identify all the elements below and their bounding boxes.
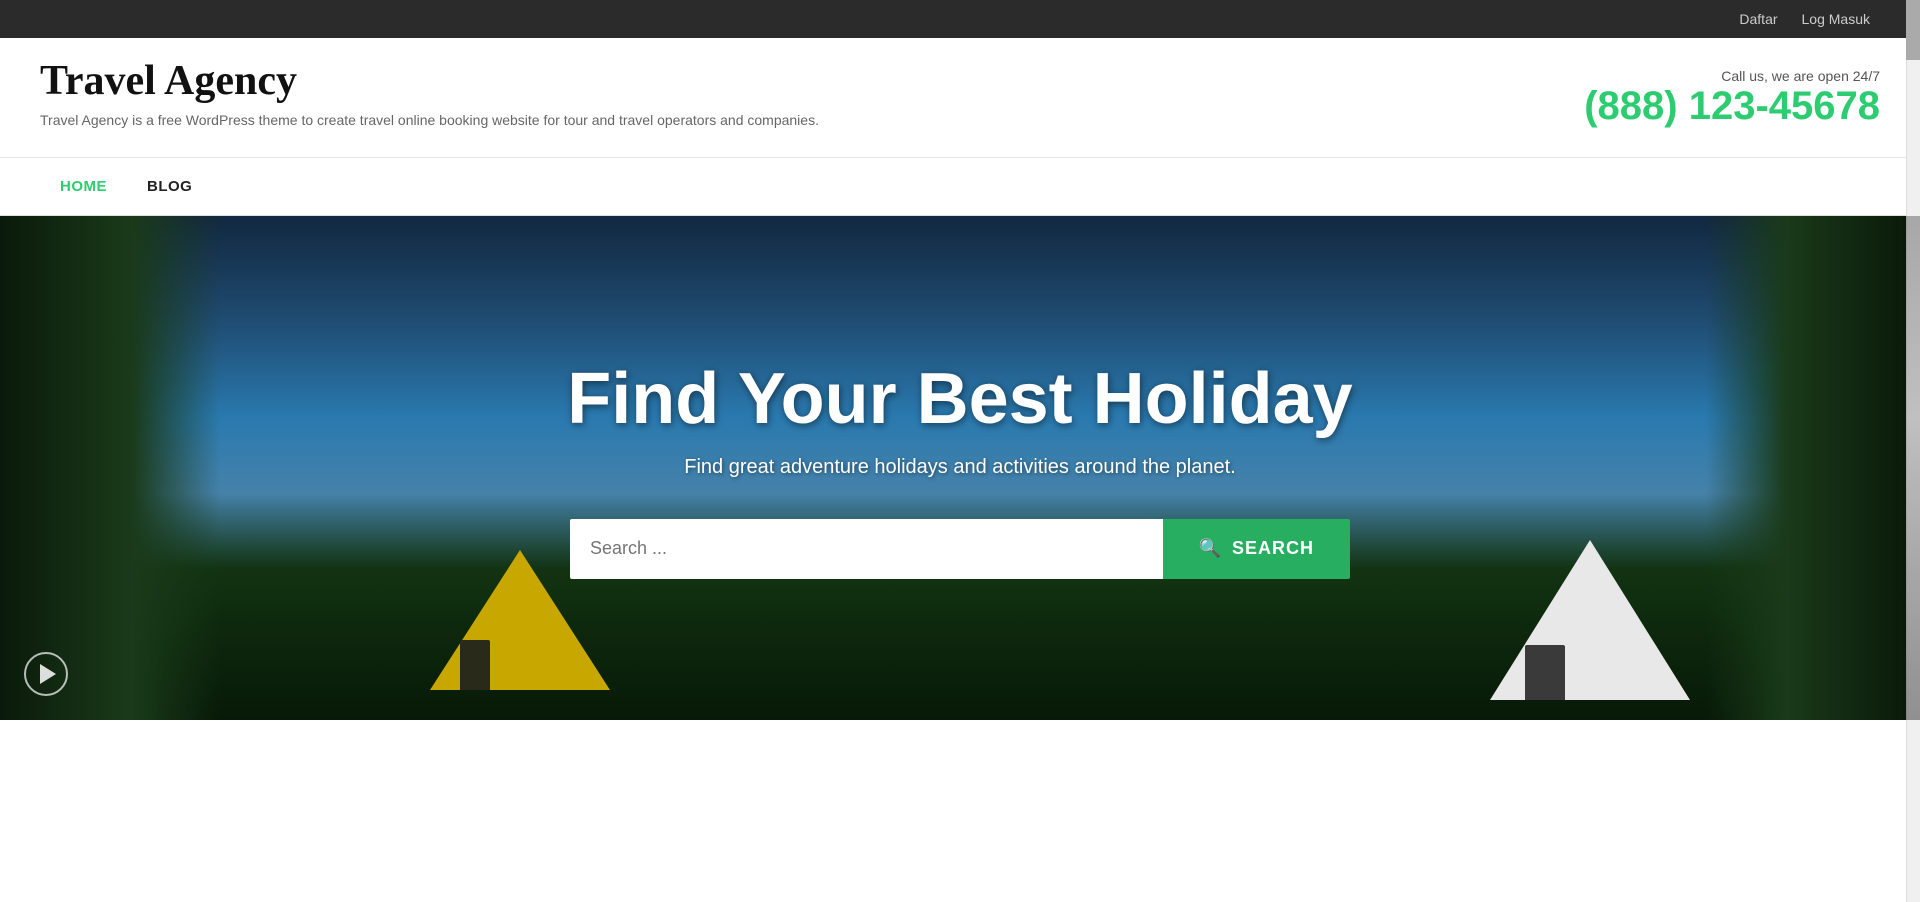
header: Travel Agency Travel Agency is a free Wo… bbox=[0, 38, 1920, 158]
nav-item-blog[interactable]: BLOG bbox=[127, 158, 212, 216]
search-button-label: SEARCH bbox=[1232, 538, 1314, 559]
tree-left-decoration bbox=[0, 216, 220, 720]
hero-content: Find Your Best Holiday Find great advent… bbox=[567, 358, 1352, 479]
top-bar: Daftar Log Masuk bbox=[0, 0, 1920, 38]
search-icon: 🔍 bbox=[1199, 538, 1222, 559]
search-bar: 🔍 SEARCH bbox=[570, 519, 1350, 579]
site-title: Travel Agency bbox=[40, 58, 819, 104]
register-link[interactable]: Daftar bbox=[1739, 11, 1777, 27]
nav-item-home[interactable]: HOME bbox=[40, 158, 127, 216]
nav-bar: HOME BLOG bbox=[0, 158, 1920, 216]
tent-right-decoration bbox=[1490, 540, 1690, 700]
login-link[interactable]: Log Masuk bbox=[1802, 11, 1870, 27]
call-label: Call us, we are open 24/7 bbox=[1584, 68, 1880, 84]
search-input[interactable] bbox=[570, 519, 1163, 579]
hero-subtitle: Find great adventure holidays and activi… bbox=[567, 456, 1352, 479]
play-button[interactable] bbox=[24, 652, 68, 696]
header-right: Call us, we are open 24/7 (888) 123-4567… bbox=[1584, 58, 1880, 129]
site-tagline: Travel Agency is a free WordPress theme … bbox=[40, 112, 819, 128]
search-button[interactable]: 🔍 SEARCH bbox=[1163, 519, 1350, 579]
header-left: Travel Agency Travel Agency is a free Wo… bbox=[40, 58, 819, 128]
hero-title: Find Your Best Holiday bbox=[567, 358, 1352, 440]
hero-section: Find Your Best Holiday Find great advent… bbox=[0, 216, 1920, 720]
tree-right-decoration bbox=[1706, 216, 1906, 720]
phone-number: (888) 123-45678 bbox=[1584, 84, 1880, 129]
